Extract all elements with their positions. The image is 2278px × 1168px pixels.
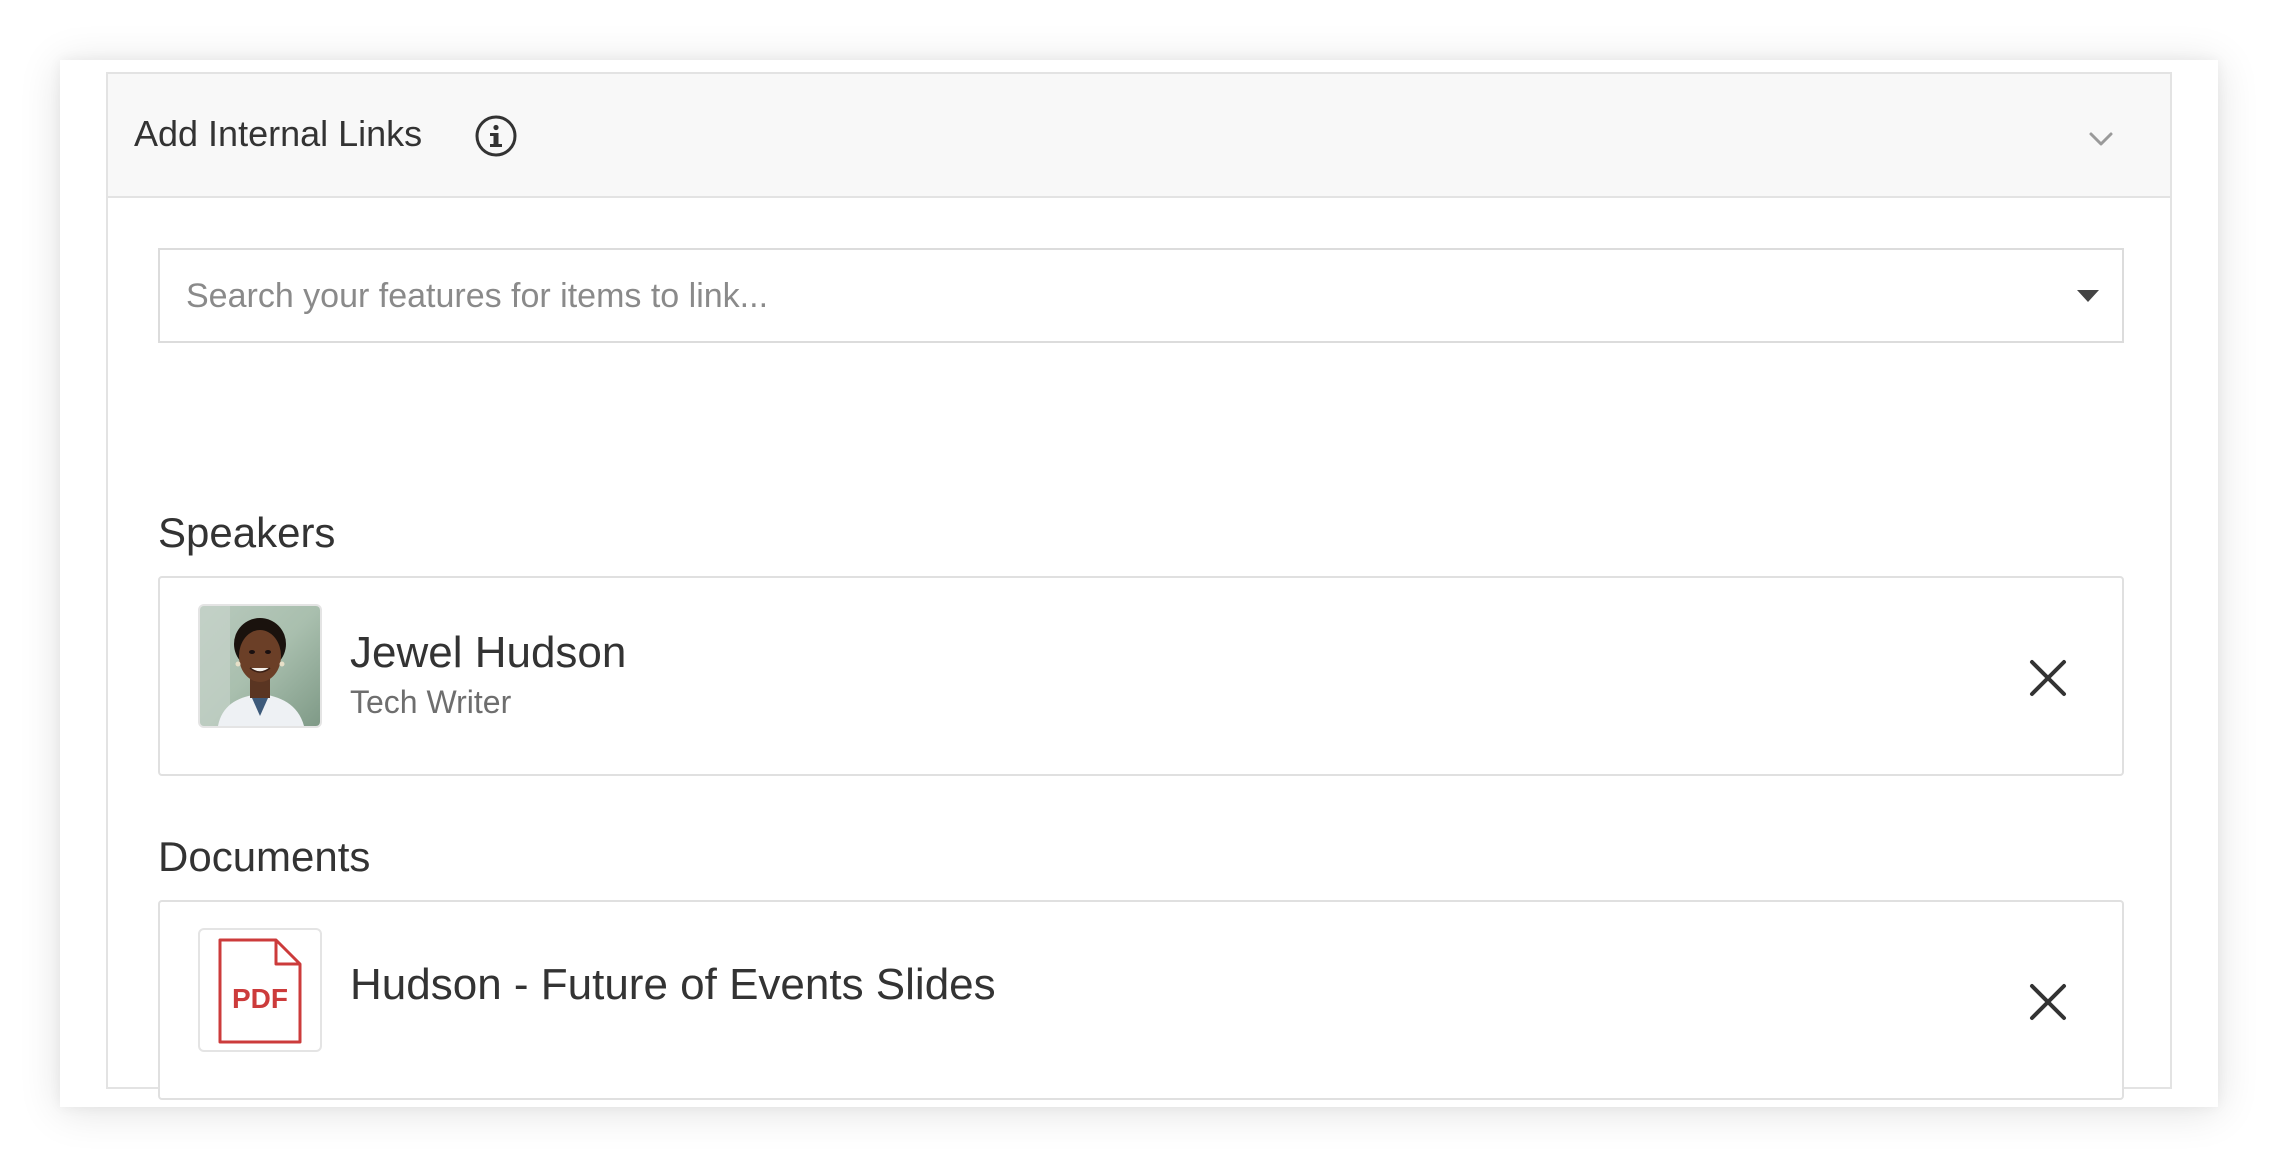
page: Add Internal Links Search your features … <box>0 0 2278 1168</box>
speakers-heading: Speakers <box>158 509 336 556</box>
internal-links-card: Add Internal Links Search your features … <box>60 60 2218 1107</box>
documents-heading: Documents <box>158 833 371 880</box>
panel-header-toggle[interactable]: Add Internal Links <box>108 74 2170 198</box>
search-placeholder: Search your features for items to link..… <box>186 277 769 315</box>
speaker-item: Jewel Hudson Tech Writer <box>158 576 2124 776</box>
speaker-photo <box>200 606 320 726</box>
remove-document-button[interactable] <box>2024 978 2072 1026</box>
avatar <box>198 604 322 728</box>
document-title[interactable]: Hudson - Future of Events Slides <box>350 958 996 1012</box>
chevron-down-icon[interactable] <box>2086 124 2116 154</box>
panel-title: Add Internal Links <box>134 113 423 154</box>
document-item: PDF Hudson - Future of Events Slides <box>158 900 2124 1100</box>
caret-down-icon[interactable] <box>2076 288 2100 304</box>
remove-speaker-button[interactable] <box>2024 654 2072 702</box>
pdf-badge-label: PDF <box>232 983 288 1014</box>
pdf-file-icon: PDF <box>198 928 322 1052</box>
search-features-select[interactable]: Search your features for items to link..… <box>158 248 2124 343</box>
speaker-name[interactable]: Jewel Hudson <box>350 626 626 680</box>
internal-links-panel: Add Internal Links Search your features … <box>106 72 2172 1100</box>
info-icon[interactable] <box>474 114 518 158</box>
speaker-role: Tech Writer <box>350 684 512 720</box>
